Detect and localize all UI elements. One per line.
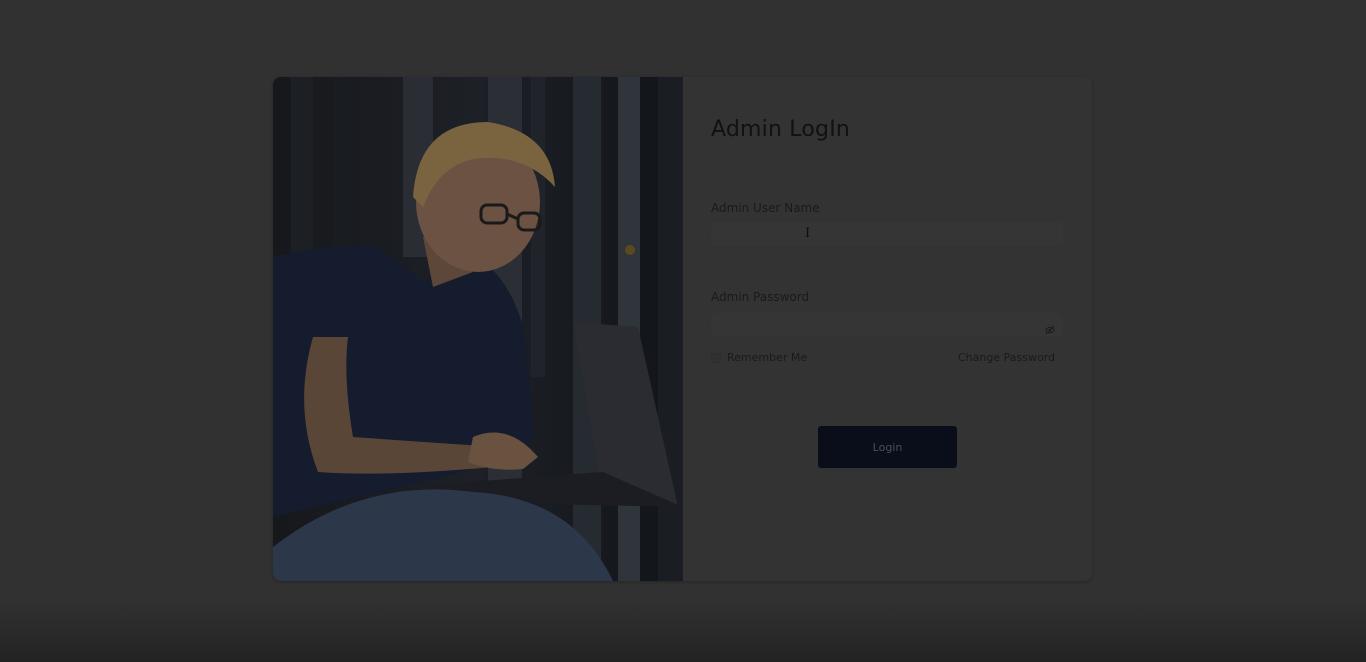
username-label: Admin User Name [711, 201, 820, 215]
password-field-wrapper [711, 313, 1063, 337]
change-password-link[interactable]: Change Password [958, 351, 1055, 364]
remember-me[interactable]: Remember Me [711, 351, 807, 364]
login-card: Admin LogIn Admin User Name I Admin Pass… [273, 77, 1092, 581]
password-label: Admin Password [711, 290, 810, 304]
backdrop-shade [0, 600, 1366, 662]
remember-me-checkbox[interactable] [711, 352, 721, 363]
page-title: Admin LogIn [711, 117, 851, 142]
login-form: Admin LogIn Admin User Name I Admin Pass… [683, 77, 1092, 581]
username-field-wrapper: I [711, 222, 1063, 246]
text-cursor-icon: I [805, 226, 811, 241]
remember-me-label: Remember Me [727, 351, 808, 364]
login-button[interactable]: Login [818, 426, 957, 468]
username-input[interactable] [711, 222, 1063, 246]
eye-slash-icon[interactable] [1045, 320, 1055, 339]
hero-photo [273, 77, 683, 581]
password-input[interactable] [711, 313, 1063, 337]
